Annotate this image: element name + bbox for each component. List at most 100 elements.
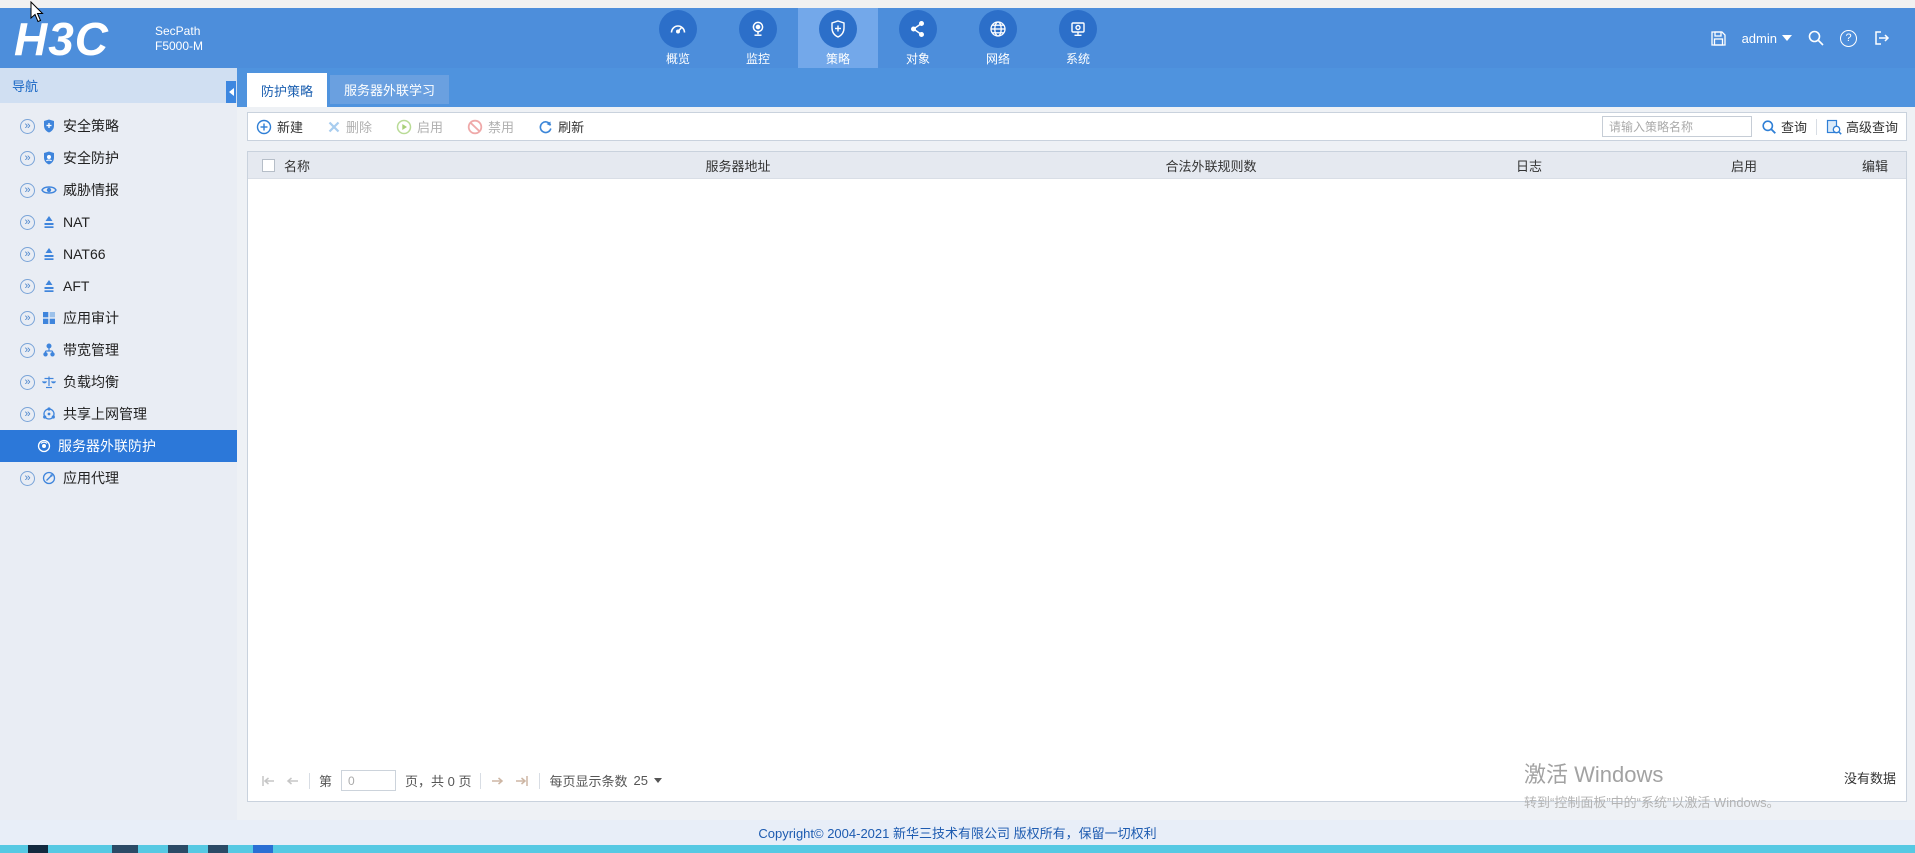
taskbar-icon[interactable] [28,845,48,853]
sidebar-item-nat[interactable]: NAT [0,206,237,238]
next-page-icon [492,776,504,785]
column-header-legal-rule-count: 合法外联规则数 [1165,159,1257,174]
taskbar-icon[interactable] [208,845,228,853]
last-page-button[interactable] [514,774,530,788]
help-button[interactable] [1840,29,1857,47]
logout-button[interactable] [1872,29,1890,47]
load-balance-icon [41,374,57,390]
sidebar-item-label: 威胁情报 [63,182,119,198]
product-line2: F5000-M [155,39,204,53]
nav-item-system[interactable]: 系统 [1038,8,1118,68]
sidebar-item-shared-internet[interactable]: 共享上网管理 [0,398,237,430]
sidebar-item-nat66[interactable]: NAT66 [0,238,237,270]
nav-item-monitor[interactable]: 监控 [718,8,798,68]
sidebar-item-aft[interactable]: AFT [0,270,237,302]
nav-item-overview[interactable]: 概览 [638,8,718,68]
prev-page-button[interactable] [285,774,300,788]
sidebar-item-bandwidth[interactable]: 带宽管理 [0,334,237,366]
expand-icon[interactable] [20,118,35,134]
search-icon [1762,119,1776,134]
sidebar-item-label: 带宽管理 [63,342,119,358]
sidebar-item-server-outreach-protection[interactable]: 服务器外联防护 [0,430,237,462]
sidebar: 导航 安全策略 安全防护 威胁情报 NAT NAT66 [0,68,237,820]
taskbar-icon[interactable] [253,845,273,853]
sidebar-collapse-handle[interactable] [226,81,236,103]
nav-label: 策略 [825,51,850,66]
toolbar: 新建 删除 启用 禁用 刷新 查询 高级查询 [247,112,1907,141]
server-outreach-icon [36,438,52,454]
product-name: SecPath F5000-M [155,24,203,54]
expand-icon[interactable] [20,470,35,486]
save-icon [1710,30,1726,46]
sidebar-item-app-audit[interactable]: 应用审计 [0,302,237,334]
divider [309,772,310,789]
user-menu[interactable]: admin [1742,31,1792,46]
expand-icon[interactable] [20,150,35,166]
header-right-controls: admin [1710,8,1890,68]
chevron-down-icon [1782,35,1792,41]
disable-button[interactable]: 禁用 [467,117,514,136]
shield-plus-icon [819,9,857,48]
policy-search-input[interactable] [1601,116,1752,137]
expand-icon[interactable] [20,342,35,358]
tab-server-outreach-learning[interactable]: 服务器外联学习 [330,75,450,104]
play-circle-icon [396,119,412,134]
sidebar-item-security-policy[interactable]: 安全策略 [0,110,237,142]
sidebar-item-label: 应用代理 [63,470,119,486]
plus-circle-icon [256,119,272,134]
sidebar-item-load-balance[interactable]: 负载均衡 [0,366,237,398]
page-number-input[interactable] [341,770,397,791]
tab-protection-policy[interactable]: 防护策略 [247,73,328,107]
query-button[interactable]: 查询 [1761,117,1807,136]
sidebar-item-security-protection[interactable]: 安全防护 [0,142,237,174]
webcam-icon [739,9,777,48]
globe-icon [979,9,1017,48]
expand-icon[interactable] [20,374,35,390]
save-config-button[interactable] [1710,30,1727,47]
nav-label: 概览 [665,51,690,66]
per-page-label: 每页显示条数 [549,774,628,789]
copyright-text: Copyright© 2004-2021 新华三技术有限公司 版权所有，保留一切… [758,826,1157,841]
enable-button[interactable]: 启用 [396,117,443,136]
search-group: 查询 高级查询 [1601,116,1898,137]
sidebar-item-threat-intel[interactable]: 威胁情报 [0,174,237,206]
eye-icon [41,182,57,198]
expand-icon[interactable] [20,406,35,422]
advanced-query-button[interactable]: 高级查询 [1826,117,1898,136]
nav-item-network[interactable]: 网络 [958,8,1038,68]
column-header-enable: 启用 [1730,159,1758,174]
expand-icon[interactable] [20,182,35,198]
disable-label: 禁用 [488,120,515,135]
per-page-dropdown[interactable]: 每页显示条数 25 [549,771,662,790]
new-button[interactable]: 新建 [256,117,303,136]
x-icon [328,121,340,132]
policy-table: 名称 服务器地址 合法外联规则数 日志 启用 编辑 第 页，共 0 页 [247,151,1907,802]
sidebar-title: 导航 [12,79,39,94]
sidebar-item-label: NAT [63,214,90,230]
first-page-button[interactable] [260,774,276,788]
next-page-button[interactable] [490,774,505,788]
refresh-button[interactable]: 刷新 [538,117,584,136]
sidebar-item-label: 安全防护 [63,150,119,166]
delete-button[interactable]: 删除 [327,117,372,136]
sidebar-item-app-proxy[interactable]: 应用代理 [0,462,237,494]
delete-label: 删除 [346,120,373,135]
taskbar-icon[interactable] [168,845,188,853]
query-label: 查询 [1780,120,1807,135]
expand-icon[interactable] [20,214,35,230]
select-all-checkbox[interactable] [262,159,275,172]
new-label: 新建 [277,120,304,135]
taskbar-icon[interactable] [112,845,138,853]
nav-item-policy[interactable]: 策略 [798,8,878,68]
global-search-button[interactable] [1807,29,1825,47]
product-line1: SecPath [155,24,201,38]
expand-icon[interactable] [20,310,35,326]
expand-icon[interactable] [20,278,35,294]
sidebar-item-label: 负载均衡 [63,374,119,390]
windows-taskbar [0,845,1915,853]
nav-item-objects[interactable]: 对象 [878,8,958,68]
expand-icon[interactable] [20,246,35,262]
ban-icon [467,119,483,134]
app-header: H3C SecPath F5000-M 概览 监控 策略 对象 网络 系统 ad… [0,8,1915,68]
column-header-log: 日志 [1515,159,1543,174]
